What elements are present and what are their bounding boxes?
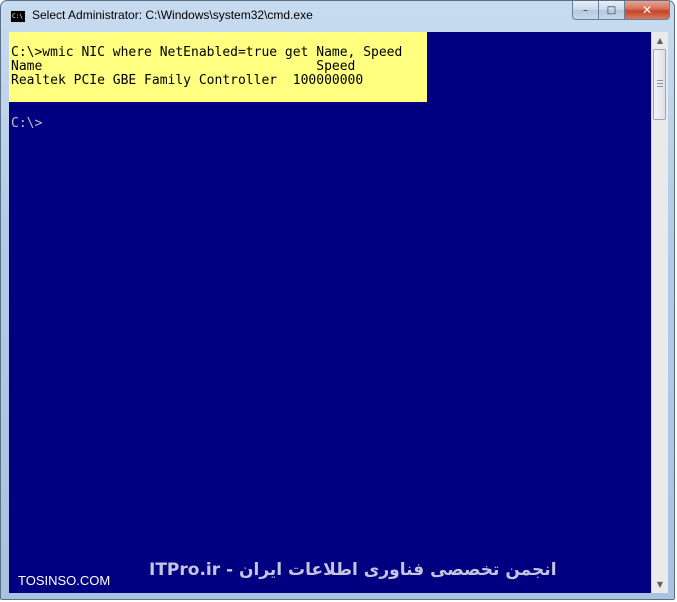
grip-line [657, 83, 663, 84]
prompt-line: C:\> [11, 116, 43, 131]
close-button[interactable]: ✕ [625, 1, 670, 20]
output-header: Name Speed [11, 59, 356, 74]
cmd-icon[interactable]: C:\ [10, 10, 26, 23]
itpro-watermark: ITPro.ir - انجمن تخصصی فناوری اطلاعات ای… [149, 560, 557, 580]
output-row: Realtek PCIe GBE Family Controller 10000… [11, 73, 364, 88]
title-bar[interactable]: C:\ Select Administrator: C:\Windows\sys… [1, 1, 674, 32]
cmd-window: C:\ Select Administrator: C:\Windows\sys… [0, 0, 675, 600]
caption-buttons: – □ ✕ [572, 1, 670, 20]
scroll-thumb[interactable] [653, 49, 666, 120]
maximize-button[interactable]: □ [599, 1, 625, 20]
command-line: C:\>wmic NIC where NetEnabled=true get N… [11, 45, 403, 60]
window-title: Select Administrator: C:\Windows\system3… [32, 8, 313, 22]
scroll-up-icon[interactable]: ▲ [652, 32, 668, 49]
tosinso-watermark: TOSINSO.COM [18, 573, 111, 588]
vertical-scrollbar[interactable]: ▲ ▼ [651, 32, 668, 593]
scroll-down-icon[interactable]: ▼ [652, 576, 668, 593]
minimize-button[interactable]: – [572, 1, 599, 20]
grip-line [657, 86, 663, 87]
grip-line [657, 80, 663, 81]
console-output[interactable]: C:\>wmic NIC where NetEnabled=true get N… [9, 32, 651, 593]
